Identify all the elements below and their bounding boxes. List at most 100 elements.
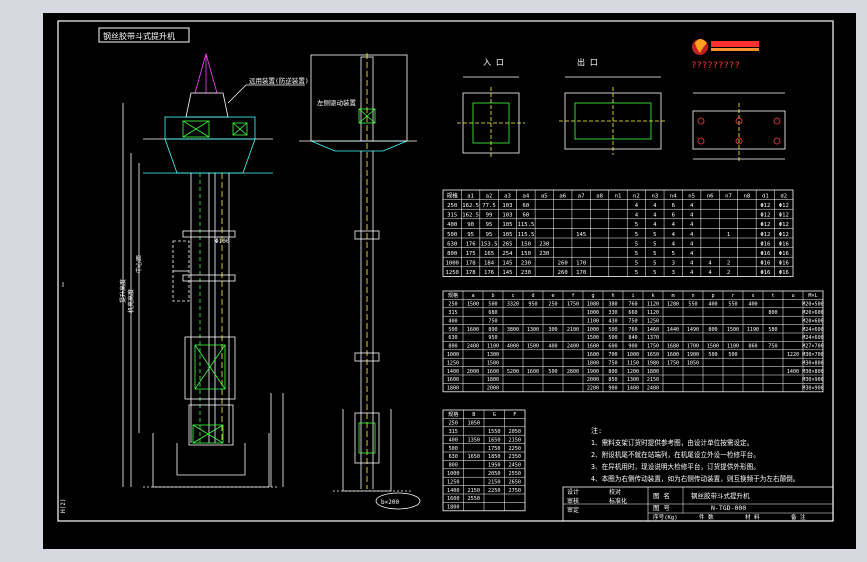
table-cell: 2550 [468,496,481,502]
table-cell: 1680 [667,344,679,350]
table-cell: 1000 [587,310,599,316]
title-block-label: 审定 [567,506,579,514]
table-cell: 500 [447,232,457,238]
table-cell: 1950 [488,463,501,469]
table-cell: 800 [447,251,457,257]
table-cell: 1100 [487,344,499,350]
table-cell: 162.5 [462,203,479,209]
notes-block: 1、需料支架订货时提供参考图，由设计单位按需设定。 2、附设机尾不就在站端列，在机… [591,438,799,483]
drawing-canvas[interactable]: ▯ H(2) 钢丝胶带斗式提升机 提升高度 机壳高度 中心距 Φ100 远用装置… [43,13,856,549]
table-cell: Φ16 [779,251,789,257]
table-cell: 1600 [467,327,479,333]
table-cell: 1800 [447,505,460,511]
table-cell: 500 [449,446,458,452]
table-cell: 1800 [587,360,599,366]
title-tag: 钢丝胶带斗式提升机 [103,31,175,41]
table-header-cell: n3 [651,193,658,199]
table-cell: 2150 [647,377,659,383]
table-cell: 1490 [687,327,699,333]
table-cell: 760 [628,327,637,333]
table-cell: 680 [488,310,497,316]
title-block-name-value: 钢丝胶带斗式提升机 [691,491,750,500]
title-block-code-label: 图 号 [653,504,670,512]
table-cell: 1900 [687,352,699,358]
table-cell: 1600 [587,352,599,358]
table-cell: Φ12 [779,232,789,238]
table-cell: 5 [653,241,656,247]
table-cell: 2000 [487,386,499,392]
table-cell: 175 [466,251,476,257]
table-cell: Φ12 [779,222,789,228]
table-cell: 2150 [488,479,501,485]
table-header-cell: G [493,412,496,418]
table-header-cell: p [711,293,714,299]
table-cell: 1000 [447,471,460,477]
table-cell: 1370 [647,335,659,341]
table-header-cell: 规格 [448,292,458,299]
table-cell: 750 [768,344,777,350]
table-header-cell: n8 [744,193,751,199]
table-cell: 178 [466,270,477,276]
outlet-label: 出 口 [577,57,598,67]
table-cell: 1200 [627,369,639,375]
table-cell: 1300 [487,352,499,358]
table-cell: M27×700 [802,344,823,350]
table-cell: 265 [502,241,512,247]
table-cell: 1300 [627,377,639,383]
table-cell: 250 [548,302,557,308]
table-cell: 5 [653,251,656,257]
table-cell: 5 [635,251,638,257]
table-cell: 4 [690,203,694,209]
table-cell: 400 [548,344,557,350]
table-cell: 4 [690,251,694,257]
table-cell: 77.5 [482,203,495,209]
table-cell: 1080 [587,302,599,308]
table-cell: 1800 [487,377,499,383]
table-cell: 1500 [587,335,599,341]
table-cell: 550 [728,302,737,308]
table-cell: 1400 [447,488,460,494]
table-cell: 630 [449,454,458,460]
table-cell: 4 [690,222,694,228]
company-logo [692,39,759,55]
table-cell: 4 [708,270,712,276]
table-cell: 1750 [488,446,501,452]
dim-label-casing-height: 机壳高度 [127,289,135,313]
table-cell: 1980 [647,360,659,366]
table-cell: Φ16 [760,261,770,267]
table-cell: 150 [521,251,531,257]
table-cell: 1150 [627,360,639,366]
table-cell: 500 [608,335,617,341]
table-cell: 1500 [727,327,739,333]
table-cell: 800 [448,344,457,350]
outlet-detail [559,76,667,155]
table-cell: 5 [635,270,638,276]
table-cell: 400 [447,222,457,228]
table-cell: 1500 [707,344,719,350]
table-cell: 750 [628,318,637,324]
table-cell: 5 [653,261,656,267]
table-cell: 750 [608,360,617,366]
title-block-footer-cell: 件 数 [699,513,714,521]
table-header-cell: i [631,293,634,299]
table-cell: Φ12 [779,203,789,209]
table-cell: 3 [672,261,675,267]
table-cell: 115.5 [517,222,534,228]
table-cell: 950 [528,302,537,308]
table-cell: 170 [576,261,586,267]
table-cell: 260 [558,270,568,276]
table-cell: 60 [523,213,530,219]
tag-a: Φ100 [215,238,230,245]
table-cell: Φ16 [760,251,770,257]
table-cell: 230 [539,241,549,247]
table-cell: 1500 [467,302,479,308]
table-cell: M30×900 [802,386,823,392]
table-header-cell: a3 [504,193,511,199]
table-cell: 99 [486,213,493,219]
table-header-cell: n6 [707,193,714,199]
table-cell: 250 [448,302,457,308]
table-cell: 2000 [467,369,479,375]
table-cell: 2200 [587,386,599,392]
table-cell: 2800 [567,369,579,375]
table-cell: 2 [727,270,730,276]
